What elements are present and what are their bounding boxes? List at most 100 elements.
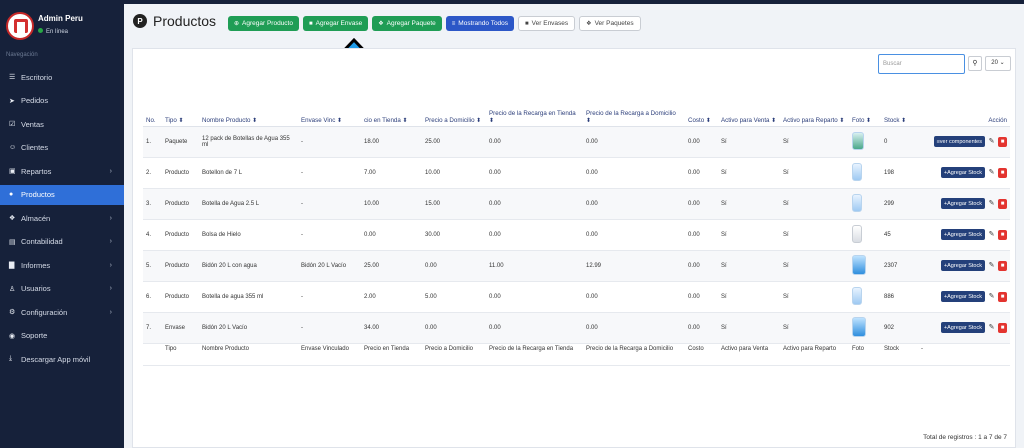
column-header[interactable]: Activo para Reparto ⬍ [780, 96, 849, 127]
sort-icon[interactable]: ⬍ [586, 118, 591, 124]
add-stock-button[interactable]: + Agregar Stock [940, 291, 985, 302]
sort-icon[interactable]: ⬍ [177, 118, 183, 124]
row-actions: + Agregar Stock ✎ ■ [921, 322, 1007, 333]
chart-icon: ▇ [9, 262, 15, 269]
sort-icon[interactable]: ⬍ [838, 118, 844, 124]
page-size-select[interactable]: 20 ⌄ [985, 56, 1011, 71]
footer-cell: Nombre Producto [199, 343, 298, 366]
sidebar-item-ventas[interactable]: ☑ Ventas [0, 114, 124, 134]
sidebar-item-escritorio[interactable]: ☰ Escritorio [0, 67, 124, 87]
cell-tipo: Paquete [162, 126, 199, 158]
cell-foto [849, 312, 881, 344]
product-image[interactable] [852, 254, 866, 275]
sidebar-item-almac-n[interactable]: ❖ Almacén › [0, 208, 124, 228]
sort-icon[interactable]: ⬍ [335, 118, 342, 124]
edit-icon[interactable]: ✎ [987, 137, 996, 146]
add-stock-button[interactable]: + Agregar Stock [940, 167, 985, 178]
cell-recarga-tienda: 0.00 [486, 157, 583, 189]
edit-icon[interactable]: ✎ [987, 292, 996, 301]
sort-icon[interactable]: ⬍ [864, 118, 871, 124]
cell-foto [849, 250, 881, 282]
add-stock-button[interactable]: + Agregar Stock [940, 322, 985, 333]
trash-icon[interactable]: ■ [998, 322, 1007, 333]
cell-venta: Sí [718, 250, 780, 282]
add-stock-button[interactable]: + Agregar Stock [940, 229, 985, 240]
search-button[interactable]: ⚲ [968, 56, 982, 71]
avatar[interactable] [6, 12, 34, 40]
chevron-right-icon: › [109, 238, 112, 245]
table-row: 5. Producto Bidón 20 L con agua Bidón 20 L … [143, 250, 1010, 282]
sidebar-item-informes[interactable]: ▇ Informes › [0, 255, 124, 275]
sidebar-item-repartos[interactable]: ▣ Repartos › [0, 161, 124, 181]
accounting-icon: ▤ [9, 238, 16, 246]
sort-icon[interactable]: ⬍ [770, 118, 776, 124]
chevron-right-icon: › [109, 214, 112, 222]
edit-icon[interactable]: ✎ [987, 199, 996, 208]
cell-costo: 0.00 [685, 157, 718, 189]
cell-nombre: Botellon de 7 L [199, 157, 298, 189]
product-image[interactable] [852, 162, 862, 181]
sort-icon[interactable]: ⬍ [899, 118, 906, 124]
column-header[interactable]: Stock ⬍ [881, 96, 918, 127]
column-header-label: Precio a Domicilio [425, 116, 475, 124]
column-header[interactable]: Precio a Domicilio ⬍ [422, 96, 486, 127]
sidebar-item-descargar-app-m-vil[interactable]: ⤓ Descargar App móvil [0, 349, 124, 369]
column-header[interactable]: Precio de la Recarga en Tienda ⬍ [486, 96, 583, 127]
cell-envase: - [298, 219, 361, 251]
trash-icon[interactable]: ■ [998, 198, 1007, 209]
column-header[interactable]: cio en Tienda ⬍ [361, 96, 422, 127]
sort-icon[interactable]: ⬍ [401, 118, 407, 124]
cell-foto [849, 188, 881, 220]
product-image[interactable] [852, 193, 862, 212]
sidebar-item-soporte[interactable]: ◉ Soporte [0, 326, 124, 346]
trash-icon[interactable]: ■ [998, 136, 1007, 147]
sidebar-item-configuraci-n[interactable]: ⚙ Configuración › [0, 302, 124, 322]
trash-icon[interactable]: ■ [998, 229, 1007, 240]
column-header[interactable]: Costo ⬍ [685, 96, 718, 127]
column-header[interactable]: Envase Vinc ⬍ [298, 96, 361, 127]
sort-icon[interactable]: ⬍ [251, 118, 257, 124]
sidebar-item-contabilidad[interactable]: ▤ Contabilidad › [0, 232, 124, 252]
cell-costo: 0.00 [685, 281, 718, 313]
sidebar-item-pedidos[interactable]: ➤ Pedidos [0, 91, 124, 111]
product-image[interactable] [852, 286, 862, 305]
agregar-envase-button[interactable]: ■ Agregar Envase [302, 16, 369, 31]
add-stock-button[interactable]: + Agregar Stock [940, 198, 985, 209]
column-header[interactable]: Precio de la Recarga a Domicilio ⬍ [583, 96, 685, 127]
edit-icon[interactable]: ✎ [987, 323, 996, 332]
ver-paquetes-button[interactable]: ❖ Ver Paquetes [579, 16, 641, 31]
product-image[interactable] [852, 131, 864, 150]
agregar-producto-button[interactable]: ⊕ Agregar Producto [228, 16, 299, 31]
sort-icon[interactable]: ⬍ [475, 118, 481, 124]
sidebar-item-productos[interactable]: ● Productos [0, 184, 124, 205]
agregar-paquete-button[interactable]: ❖ Agregar Paquete [372, 16, 442, 31]
column-header[interactable]: Activo para Venta ⬍ [718, 96, 780, 127]
trash-icon[interactable]: ■ [998, 167, 1007, 178]
edit-icon[interactable]: ✎ [987, 230, 996, 239]
column-header-label: Activo para Venta [721, 116, 770, 124]
trash-icon[interactable]: ■ [998, 291, 1007, 302]
column-header[interactable]: Tipo ⬍ [162, 96, 199, 127]
page-size-value: 20 [991, 60, 998, 66]
product-image[interactable] [852, 316, 866, 337]
cell-accion: + Agregar Stock ✎ ■ [918, 219, 1010, 251]
sort-icon[interactable]: ⬍ [704, 118, 711, 124]
mostrando-todos-button[interactable]: ≡ Mostrando Todos [445, 16, 515, 31]
edit-icon[interactable]: ✎ [987, 168, 996, 177]
cell-envase: Bidón 20 L Vacío [298, 250, 361, 282]
column-header[interactable]: Foto ⬍ [849, 96, 881, 127]
cell-domicilio: 0.00 [422, 250, 486, 282]
cell-envase: - [298, 281, 361, 313]
sort-icon[interactable]: ⬍ [489, 118, 494, 124]
product-image[interactable] [852, 224, 862, 243]
ver-envases-button[interactable]: ■ Ver Envases [518, 16, 576, 31]
column-header[interactable]: Nombre Producto ⬍ [199, 96, 298, 127]
sidebar-item-clientes[interactable]: ☺ Clientes [0, 138, 124, 158]
column-header: Acción [918, 96, 1010, 127]
trash-icon[interactable]: ■ [998, 260, 1007, 271]
view-components-button[interactable]: ≡ ver componentes [933, 136, 985, 147]
edit-icon[interactable]: ✎ [987, 261, 996, 270]
sidebar-item-usuarios[interactable]: ♙ Usuarios › [0, 279, 124, 299]
search-input[interactable]: Buscar [878, 54, 965, 74]
add-stock-button[interactable]: + Agregar Stock [940, 260, 985, 271]
